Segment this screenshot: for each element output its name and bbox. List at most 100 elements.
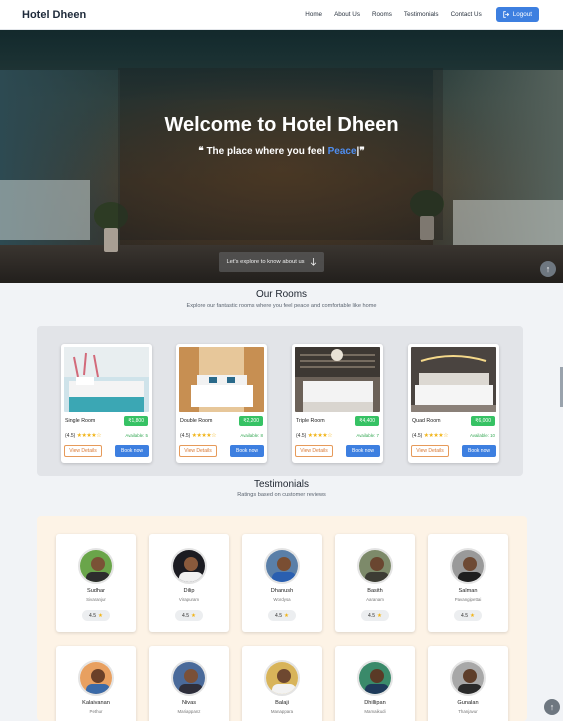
star-icon: ★ bbox=[98, 612, 103, 619]
book-now-button[interactable]: Book now bbox=[230, 445, 264, 457]
nav-rooms-link[interactable]: Rooms bbox=[372, 11, 392, 18]
hero-background bbox=[0, 180, 90, 240]
logout-label: Logout bbox=[512, 11, 532, 18]
avatar bbox=[264, 660, 300, 696]
view-details-button[interactable]: View Details bbox=[64, 445, 102, 457]
room-card: Triple Room ₹4,400 (4.5) ★★★★☆ Available… bbox=[292, 344, 383, 463]
star-icon: ★ bbox=[191, 612, 196, 619]
nav-about-link[interactable]: About Us bbox=[334, 11, 360, 18]
star-icon: ★ bbox=[470, 612, 475, 619]
rating-pill: 4.5 ★ bbox=[454, 610, 482, 621]
view-details-button[interactable]: View Details bbox=[179, 445, 217, 457]
avatar bbox=[171, 660, 207, 696]
reviewer-location: Sivaranjur bbox=[86, 597, 106, 602]
nav-home-link[interactable]: Home bbox=[305, 11, 322, 18]
testimonial-card: Dilip Virapuram 4.5 ★ bbox=[149, 534, 229, 632]
testimonial-card: Nivas Mariappanz bbox=[149, 646, 229, 721]
reviewer-name: Dhillipan bbox=[364, 700, 386, 706]
testimonial-card: Kalaivanan Pethur bbox=[56, 646, 136, 721]
testimonials-title: Testimonials bbox=[253, 479, 310, 490]
room-name: Single Room bbox=[65, 418, 96, 424]
scroll-top-button[interactable]: ↑ bbox=[540, 261, 556, 277]
rooms-subtitle: Explore our fantastic rooms where you fe… bbox=[186, 303, 377, 309]
room-card: Quad Room ₹6,000 (4.5) ★★★★☆ Available: … bbox=[408, 344, 499, 463]
rating-value: (4.5) bbox=[296, 433, 307, 439]
reviewer-name: Nivas bbox=[182, 700, 196, 706]
testimonials-subtitle: Ratings based on customer reviews bbox=[237, 492, 326, 498]
rating-value: 4.5 bbox=[368, 612, 375, 619]
book-now-button[interactable]: Book now bbox=[346, 445, 380, 457]
rating-pill: 4.5 ★ bbox=[361, 610, 389, 621]
star-icon: ★ bbox=[284, 612, 289, 619]
reviewer-location: Wordysa bbox=[273, 597, 291, 602]
price-badge: ₹1,800 bbox=[124, 416, 148, 426]
rating-pill: 4.5 ★ bbox=[175, 610, 203, 621]
avatar bbox=[450, 660, 486, 696]
testimonial-card: Sudhar Sivaranjur 4.5 ★ bbox=[56, 534, 136, 632]
avatar bbox=[78, 660, 114, 696]
rating-value: (4.5) bbox=[65, 433, 76, 439]
reviewer-location: Mamaikudi bbox=[364, 709, 386, 714]
reviewer-location: Manappara bbox=[270, 709, 294, 714]
reviewer-location: Pethur bbox=[89, 709, 103, 714]
explore-button[interactable]: Let's explore to know about us bbox=[219, 252, 324, 272]
reviewer-name: Dhanush bbox=[270, 588, 294, 594]
availability-text: Available: 7 bbox=[356, 433, 379, 438]
testimonial-card: Dhillipan Mamaikudi bbox=[335, 646, 415, 721]
reviewer-location: Pavangipettai bbox=[454, 597, 482, 602]
hero-section: Welcome to Hotel Dheen ❝ The place where… bbox=[0, 30, 563, 283]
star-icons: ★★★★☆ bbox=[307, 433, 333, 439]
view-details-button[interactable]: View Details bbox=[411, 445, 449, 457]
room-rating: (4.5) ★★★★☆ bbox=[180, 432, 217, 439]
rating-value: 4.5 bbox=[461, 612, 468, 619]
rating-value: 4.5 bbox=[275, 612, 282, 619]
view-details-button[interactable]: View Details bbox=[295, 445, 333, 457]
avatar bbox=[450, 548, 486, 584]
availability-text: Available: 10 bbox=[469, 433, 495, 438]
testimonial-card: Basith Aaranam 4.5 ★ bbox=[335, 534, 415, 632]
room-card: Single Room ₹1,800 (4.5) ★★★★☆ Available… bbox=[61, 344, 152, 463]
room-rating: (4.5) ★★★★☆ bbox=[412, 432, 449, 439]
avatar bbox=[357, 548, 393, 584]
price-badge: ₹4,400 bbox=[355, 416, 379, 426]
testimonial-card: Gunalan Thanjavur bbox=[428, 646, 508, 721]
avatar bbox=[78, 548, 114, 584]
rating-pill: 4.5 ★ bbox=[268, 610, 296, 621]
avatar bbox=[264, 548, 300, 584]
nav-contact-link[interactable]: Contact Us bbox=[451, 11, 482, 18]
nav-testimonials-link[interactable]: Testimonials bbox=[404, 11, 439, 18]
logout-icon bbox=[503, 11, 509, 18]
reviewer-location: Thanjavur bbox=[458, 709, 478, 714]
room-rating: (4.5) ★★★★☆ bbox=[65, 432, 102, 439]
avatar bbox=[357, 660, 393, 696]
rating-pill: 4.5 ★ bbox=[82, 610, 110, 621]
hero-subtitle-accent: Peace bbox=[327, 146, 357, 157]
star-icon: ★ bbox=[377, 612, 382, 619]
scroll-top-button[interactable]: ↑ bbox=[544, 699, 560, 715]
testimonial-card: Salman Pavangipettai 4.5 ★ bbox=[428, 534, 508, 632]
avatar bbox=[171, 548, 207, 584]
rating-value: (4.5) bbox=[180, 433, 191, 439]
rooms-title: Our Rooms bbox=[255, 289, 308, 300]
reviewer-location: Virapuram bbox=[178, 597, 200, 602]
reviewer-name: Balaji bbox=[275, 700, 289, 706]
room-name: Double Room bbox=[180, 418, 213, 424]
book-now-button[interactable]: Book now bbox=[115, 445, 149, 457]
reviewer-location: Mariappanz bbox=[177, 709, 201, 714]
star-icons: ★★★★☆ bbox=[76, 433, 102, 439]
hero-subtitle-suffix: |❞ bbox=[356, 146, 365, 157]
hero-subtitle: ❝ The place where you feel Peace|❞ bbox=[0, 146, 563, 157]
room-card: Double Room ₹2,200 (4.5) ★★★★☆ Available… bbox=[176, 344, 267, 463]
price-badge: ₹2,200 bbox=[239, 416, 263, 426]
book-now-button[interactable]: Book now bbox=[462, 445, 496, 457]
brand-logo[interactable]: Hotel Dheen bbox=[22, 9, 86, 21]
reviewer-name: Sudhar bbox=[86, 588, 106, 594]
logout-button[interactable]: Logout bbox=[495, 7, 539, 22]
reviewer-name: Kalaivanan bbox=[82, 700, 110, 706]
room-image bbox=[179, 347, 264, 412]
rating-value: (4.5) bbox=[412, 433, 423, 439]
reviewer-name: Salman bbox=[458, 588, 478, 594]
rating-value: 4.5 bbox=[182, 612, 189, 619]
testimonial-card: Dhanush Wordysa 4.5 ★ bbox=[242, 534, 322, 632]
room-rating: (4.5) ★★★★☆ bbox=[296, 432, 333, 439]
